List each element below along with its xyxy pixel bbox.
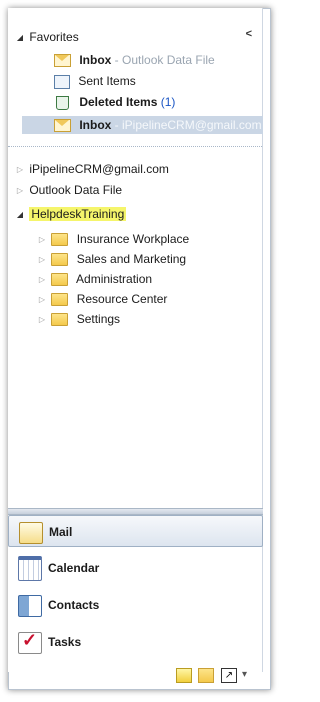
account-helpdesktraining[interactable]: ◢ HelpdeskTraining xyxy=(14,205,127,224)
mail-icon xyxy=(19,521,43,544)
configure-buttons-icon[interactable]: ▾ xyxy=(242,668,252,681)
favorites-header-label: Favorites xyxy=(29,30,79,44)
favorite-sent-label: Sent Items xyxy=(78,74,136,88)
favorite-inbox-label: Inbox xyxy=(79,53,112,67)
mail-label: Mail xyxy=(49,525,73,539)
favorite-deleted-items[interactable]: Deleted Items (1) xyxy=(54,93,175,111)
collapsed-triangle-icon[interactable]: ▷ xyxy=(14,161,26,179)
mail-nav-button[interactable]: Mail xyxy=(8,515,263,547)
account-ipipeline-label: iPipelineCRM@gmail.com xyxy=(29,162,169,176)
collapsed-triangle-icon[interactable]: ▷ xyxy=(36,291,48,309)
folder-label: Sales and Marketing xyxy=(76,252,187,266)
account-outlook-label: Outlook Data File xyxy=(29,183,123,197)
collapsed-triangle-icon[interactable]: ▷ xyxy=(36,251,48,269)
favorite-deleted-label: Deleted Items xyxy=(79,95,158,109)
deleted-items-count: (1) xyxy=(160,95,176,109)
inbox-icon xyxy=(54,119,71,133)
pane-splitter[interactable] xyxy=(8,508,263,515)
favorite-inbox-gmail-label: Inbox xyxy=(79,118,112,132)
folder-settings[interactable]: ▷ Settings xyxy=(36,310,120,328)
folder-sales-and-marketing[interactable]: ▷ Sales and Marketing xyxy=(36,250,186,268)
favorite-inbox-gmail-suffix: - iPipelineCRM@gmail.com xyxy=(111,118,262,132)
contacts-nav-button[interactable]: Contacts xyxy=(8,589,263,621)
collapsed-triangle-icon[interactable]: ▷ xyxy=(36,271,48,289)
calendar-label: Calendar xyxy=(48,561,100,575)
collapsed-triangle-icon[interactable]: ▷ xyxy=(36,311,48,329)
shortcuts-icon[interactable]: ↗ xyxy=(221,668,237,683)
folder-label: Resource Center xyxy=(76,292,168,306)
calendar-nav-button[interactable]: Calendar xyxy=(8,552,263,584)
folder-label: Administration xyxy=(76,272,153,286)
favorites-header[interactable]: ◢ Favorites xyxy=(14,28,79,46)
account-helpdesk-label: HelpdeskTraining xyxy=(29,207,127,221)
folder-resource-center[interactable]: ▷ Resource Center xyxy=(36,290,167,308)
contacts-icon xyxy=(18,594,42,617)
contacts-label: Contacts xyxy=(48,598,100,612)
folder-label: Insurance Workplace xyxy=(76,232,190,246)
tasks-icon: ✓ xyxy=(18,630,42,654)
folder-insurance-workplace[interactable]: ▷ Insurance Workplace xyxy=(36,230,189,248)
folder-icon xyxy=(51,313,69,327)
folder-icon xyxy=(51,293,69,307)
folder-icon xyxy=(51,273,69,287)
favorite-inbox-outlook[interactable]: Inbox - Outlook Data File xyxy=(54,51,215,69)
tasks-nav-button[interactable]: ✓ Tasks xyxy=(8,626,263,658)
sent-items-icon xyxy=(54,74,70,89)
collapsed-triangle-icon[interactable]: ▷ xyxy=(14,182,26,200)
expand-triangle-icon[interactable]: ◢ xyxy=(14,206,26,224)
collapsed-triangle-icon[interactable]: ▷ xyxy=(36,231,48,249)
folder-icon xyxy=(51,253,69,267)
favorite-inbox-suffix: - Outlook Data File xyxy=(111,53,215,67)
collapse-pane-button[interactable]: < xyxy=(246,28,252,40)
notes-icon[interactable] xyxy=(176,668,192,683)
folder-label: Settings xyxy=(76,312,121,326)
favorite-inbox-gmail[interactable]: Inbox - iPipelineCRM@gmail.com xyxy=(54,116,263,134)
inbox-icon xyxy=(54,54,71,68)
account-outlook-data-file[interactable]: ▷ Outlook Data File xyxy=(14,181,122,199)
tasks-label: Tasks xyxy=(48,635,82,649)
account-ipipeline[interactable]: ▷ iPipelineCRM@gmail.com xyxy=(14,160,169,178)
deleted-items-icon xyxy=(56,95,69,110)
folder-list-icon[interactable] xyxy=(198,668,214,683)
folder-icon xyxy=(51,233,69,247)
nav-footer: ↗ ▾ xyxy=(8,660,263,688)
calendar-icon xyxy=(18,556,42,582)
folder-administration[interactable]: ▷ Administration xyxy=(36,270,152,288)
favorites-separator xyxy=(8,146,262,147)
expand-triangle-icon[interactable]: ◢ xyxy=(14,29,26,47)
favorite-sent-items[interactable]: Sent Items xyxy=(54,72,136,90)
